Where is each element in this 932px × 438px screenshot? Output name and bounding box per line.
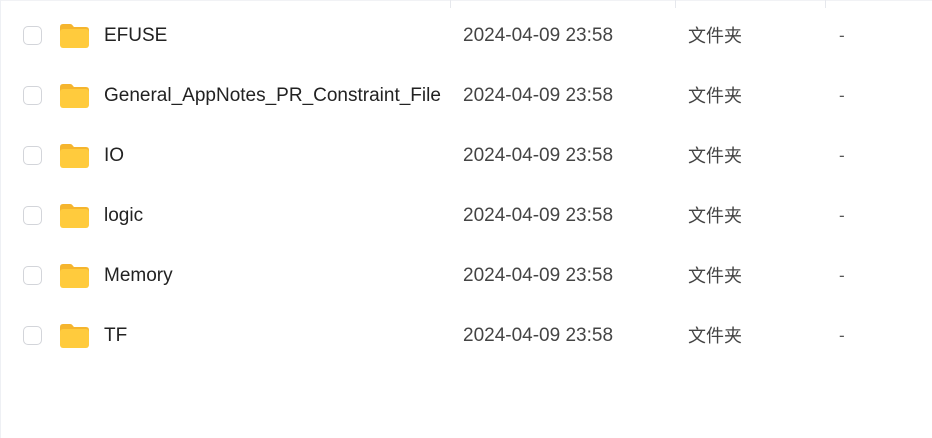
file-row[interactable]: IO 2024-04-09 23:58 文件夹 - [1, 126, 932, 186]
modified-time: 2024-04-09 23:58 [463, 265, 614, 286]
modified-time: 2024-04-09 23:58 [463, 325, 614, 346]
row-checkbox[interactable] [23, 86, 42, 105]
file-name[interactable]: General_AppNotes_PR_Constraint_File [104, 85, 441, 107]
file-name[interactable]: logic [104, 205, 143, 227]
modified-time: 2024-04-09 23:58 [463, 145, 614, 166]
file-size: - [839, 206, 845, 225]
file-list-panel: EFUSE 2024-04-09 23:58 文件夹 - General_App… [0, 0, 932, 438]
file-row[interactable]: General_AppNotes_PR_Constraint_File 2024… [1, 66, 932, 126]
file-name[interactable]: EFUSE [104, 25, 167, 47]
folder-icon [60, 144, 89, 168]
row-checkbox[interactable] [23, 266, 42, 285]
folder-icon [60, 264, 89, 288]
row-checkbox[interactable] [23, 326, 42, 345]
file-size: - [839, 266, 845, 285]
folder-icon [60, 324, 89, 348]
folder-icon [60, 24, 89, 48]
file-type: 文件夹 [688, 266, 742, 286]
file-name[interactable]: Memory [104, 265, 173, 287]
file-name[interactable]: IO [104, 145, 124, 167]
file-row[interactable]: EFUSE 2024-04-09 23:58 文件夹 - [1, 6, 932, 66]
folder-icon [60, 204, 89, 228]
file-size: - [839, 26, 845, 45]
file-row[interactable]: TF 2024-04-09 23:58 文件夹 - [1, 306, 932, 366]
file-type: 文件夹 [688, 86, 742, 106]
row-checkbox[interactable] [23, 146, 42, 165]
file-list: EFUSE 2024-04-09 23:58 文件夹 - General_App… [1, 6, 932, 366]
row-checkbox[interactable] [23, 26, 42, 45]
file-type: 文件夹 [688, 146, 742, 166]
file-size: - [839, 146, 845, 165]
row-checkbox[interactable] [23, 206, 42, 225]
file-row[interactable]: Memory 2024-04-09 23:58 文件夹 - [1, 246, 932, 306]
folder-icon [60, 84, 89, 108]
file-size: - [839, 86, 845, 105]
file-size: - [839, 326, 845, 345]
modified-time: 2024-04-09 23:58 [463, 205, 614, 226]
modified-time: 2024-04-09 23:58 [463, 85, 614, 106]
modified-time: 2024-04-09 23:58 [463, 25, 614, 46]
file-type: 文件夹 [688, 26, 742, 46]
file-type: 文件夹 [688, 326, 742, 346]
file-type: 文件夹 [688, 206, 742, 226]
file-name[interactable]: TF [104, 325, 127, 347]
file-row[interactable]: logic 2024-04-09 23:58 文件夹 - [1, 186, 932, 246]
header-divider [1, 0, 932, 1]
